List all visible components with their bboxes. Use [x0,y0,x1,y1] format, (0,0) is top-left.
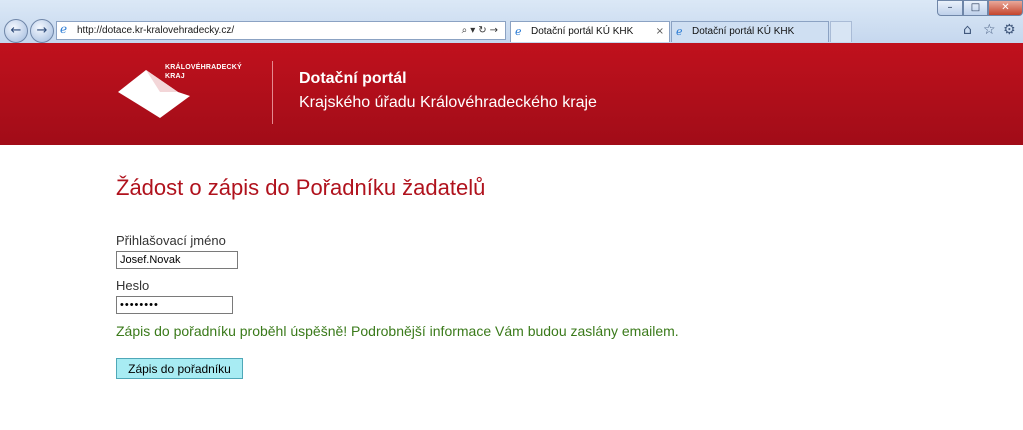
page-title: Žádost o zápis do Pořadníku žadatelů [116,175,486,200]
new-tab-button[interactable] [830,21,852,42]
password-label: Heslo [116,278,150,293]
browser-chrome: ← → ℯ http://dotace.kr-kralovehradecky.c… [0,0,1023,44]
ie-page-icon: ℯ [676,25,683,38]
tab-close-icon[interactable]: × [656,22,664,41]
forward-arrow-icon[interactable]: → [30,19,54,43]
gear-icon[interactable]: ⚙ [1003,22,1016,38]
portal-subtitle: Krajského úřadu Královéhradeckého kraje [299,94,597,111]
home-icon[interactable]: ⌂ [963,22,972,38]
ie-page-icon: ℯ [60,22,68,36]
tab-active[interactable]: ℯ Dotační portál KÚ KHK × [510,21,670,42]
star-icon[interactable]: ☆ [983,22,996,38]
ie-page-icon: ℯ [515,25,522,38]
tab-label: Dotační portál KÚ KHK [531,26,634,37]
logo-line-2: KRAJ [165,73,185,80]
address-bar[interactable]: ℯ http://dotace.kr-kralovehradecky.cz/ ⌕… [56,21,506,40]
header-divider [272,61,273,124]
logo-text: KRÁLOVÉHRADECKÝ KRAJ [165,63,242,81]
password-input[interactable] [116,296,233,314]
username-input[interactable] [116,251,238,269]
tab-label: Dotační portál KÚ KHK [692,26,795,37]
minimize-button[interactable]: – [937,0,963,16]
search-icon[interactable]: ⌕▾↻→ [462,22,501,39]
maximize-button[interactable]: □ [963,0,988,16]
logo-line-1: KRÁLOVÉHRADECKÝ [165,64,242,71]
close-window-button[interactable]: ✕ [988,0,1023,16]
submit-button[interactable]: Zápis do pořadníku [116,358,243,379]
address-url[interactable]: http://dotace.kr-kralovehradecky.cz/ [77,22,234,39]
username-label: Přihlašovací jméno [116,233,226,248]
back-arrow-icon[interactable]: ← [4,19,28,43]
portal-title: Dotační portál [299,70,407,87]
success-message: Zápis do pořadníku proběhl úspěšně! Podr… [116,323,679,339]
tab-inactive[interactable]: ℯ Dotační portál KÚ KHK [671,21,829,42]
